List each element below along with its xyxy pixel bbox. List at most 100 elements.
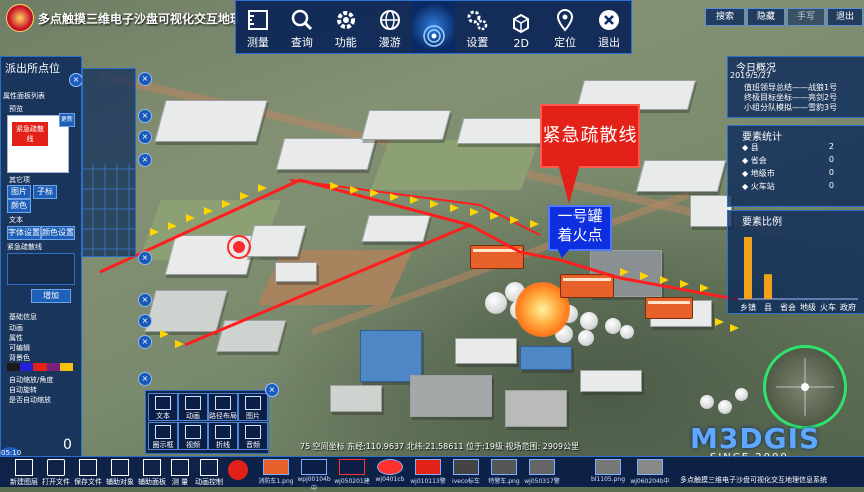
- preview-section: 预览: [9, 105, 23, 113]
- stat-row-value: 0: [828, 168, 834, 177]
- asset-thumb[interactable]: wj0401cb: [372, 459, 408, 483]
- asset-thumb[interactable]: wj050201建: [334, 459, 370, 485]
- audio-tool-button[interactable]: 音频: [238, 422, 268, 450]
- save-file-button[interactable]: 保存文件: [74, 459, 102, 487]
- auto-rotate-checkbox[interactable]: 自动旋转: [9, 385, 37, 395]
- animation-section[interactable]: 动画: [9, 323, 23, 333]
- panel-tab[interactable]: 属性面板列表: [3, 91, 45, 101]
- status-bar: 75 空间坐标 东经:110.9637 北纬:21.58611 位于:19级 视…: [300, 442, 580, 451]
- ratio-tick-label: 县: [764, 303, 772, 312]
- stat-row-label: ◆ 县: [742, 143, 759, 152]
- side-close-button[interactable]: ×: [138, 72, 152, 86]
- font-settings-button[interactable]: 字体设置: [7, 226, 41, 240]
- asset-thumb[interactable]: wj050317警: [524, 459, 560, 485]
- roam-button[interactable]: 漫游: [368, 1, 412, 53]
- side-close-button[interactable]: ×: [138, 293, 152, 307]
- mini-map[interactable]: [763, 345, 847, 429]
- side-close-button[interactable]: ×: [138, 153, 152, 167]
- text-section: 文本: [9, 216, 23, 224]
- evacuation-callout[interactable]: 紧急疏散线: [540, 104, 640, 168]
- settings-button[interactable]: 设置: [455, 1, 499, 53]
- auto-scale-checkbox[interactable]: 是否自动缩放: [9, 395, 51, 405]
- asset-thumb[interactable]: 特警车.png: [486, 459, 522, 485]
- bottom-badge: [228, 460, 248, 480]
- target-marker-icon[interactable]: [226, 234, 252, 260]
- measure-button[interactable]: 测量: [236, 1, 280, 53]
- ruler-icon: [247, 10, 268, 30]
- color-swatches[interactable]: [7, 363, 74, 371]
- asset-thumb[interactable]: iveco标车: [448, 459, 484, 485]
- video-tool-button[interactable]: 视频: [178, 422, 208, 450]
- helper-panel-button[interactable]: 辅助面板: [138, 459, 166, 487]
- color-settings-button[interactable]: 颜色设置: [41, 226, 75, 240]
- function-button[interactable]: 功能: [324, 1, 368, 53]
- 2d-toggle-button[interactable]: 2D: [499, 1, 543, 53]
- asset-thumb[interactable]: 消防车1.png: [258, 459, 294, 485]
- panel-close-button[interactable]: ×: [69, 73, 83, 87]
- text-area[interactable]: [7, 253, 75, 285]
- side-close-button[interactable]: ×: [138, 130, 152, 144]
- side-close-button[interactable]: ×: [138, 314, 152, 328]
- overview-row: 小组分队模拟——雪豹3号: [744, 103, 838, 112]
- query-button[interactable]: 查询: [280, 1, 324, 53]
- counter-value: 0: [63, 437, 72, 453]
- asset-thumb[interactable]: wj060204b中: [630, 459, 670, 485]
- main-toolbar: 测量 查询 功能 漫游 设置 2D 定位 退出: [235, 0, 632, 54]
- auto-scale-label: 自动缩放/角度: [9, 376, 54, 384]
- new-layer-button[interactable]: 新建图层: [10, 459, 38, 487]
- draw-tools-close-button[interactable]: ×: [265, 383, 279, 397]
- ratio-tick-label: 乡镇: [740, 302, 756, 312]
- animation-icon: [200, 459, 218, 476]
- sub-label-button[interactable]: 子标: [33, 185, 57, 199]
- app-logo: [6, 4, 34, 32]
- hide-button[interactable]: 隐藏: [747, 8, 785, 26]
- open-file-button[interactable]: 打开文件: [42, 459, 70, 487]
- image-button[interactable]: 图片: [7, 185, 31, 199]
- ratio-bar-chart: 乡镇县省会 地级 火车 政府: [738, 237, 858, 312]
- exit-button[interactable]: 退出: [587, 1, 631, 53]
- helper-object-button[interactable]: 辅助对象: [106, 459, 134, 487]
- polyline-tool-button[interactable]: 折线: [208, 422, 238, 450]
- text-value[interactable]: 紧急疏散线: [7, 242, 42, 252]
- top-right-controls: 搜索 隐藏 手写 退出: [705, 8, 863, 26]
- cube-icon: [513, 13, 530, 34]
- color-button[interactable]: 颜色: [7, 199, 31, 213]
- image-tool-button[interactable]: 图片: [238, 393, 268, 421]
- radar-icon: [422, 25, 445, 47]
- handwrite-button[interactable]: 手写: [787, 8, 825, 26]
- stat-row-label: ◆ 地级市: [742, 169, 775, 178]
- basic-info-section[interactable]: 基础信息: [9, 312, 37, 322]
- preview-label: 紧急疏散线: [12, 122, 48, 146]
- add-button[interactable]: 增加: [31, 289, 71, 303]
- update-button[interactable]: 更新: [59, 113, 75, 127]
- side-close-button[interactable]: ×: [138, 109, 152, 123]
- side-close-button[interactable]: ×: [138, 251, 152, 265]
- editable-checkbox[interactable]: 可编辑: [9, 343, 30, 353]
- globe-icon: [379, 10, 400, 30]
- attribute-section[interactable]: 属性: [9, 333, 23, 343]
- animation-control-button[interactable]: 动画控制: [194, 459, 224, 487]
- asset-thumb[interactable]: bl1105.png: [590, 459, 626, 483]
- callout-tail: [556, 246, 572, 258]
- compass-icon: [776, 358, 834, 416]
- asset-thumb[interactable]: wj010113警: [410, 459, 446, 485]
- asset-thumb[interactable]: wpj00104b中: [296, 459, 332, 492]
- measure-bottom-button[interactable]: 测 量: [168, 459, 192, 487]
- ratio-tick-label: 火车: [820, 302, 836, 312]
- path-layout-tool-button[interactable]: 路径布局: [208, 393, 238, 421]
- search-icon: [291, 9, 312, 31]
- panel-icon: [143, 459, 161, 476]
- radar-button[interactable]: [411, 1, 456, 53]
- app-title: 多点触摸三维电子沙盘可视化交互地理: [38, 12, 238, 26]
- text-tool-button[interactable]: 文本: [148, 393, 178, 421]
- locate-button[interactable]: 定位: [543, 1, 587, 53]
- save-icon: [79, 459, 97, 476]
- exit-small-button[interactable]: 退出: [827, 8, 863, 26]
- side-close-button[interactable]: ×: [138, 372, 152, 386]
- search-toggle-button[interactable]: 搜索: [705, 8, 745, 26]
- side-close-button[interactable]: ×: [138, 335, 152, 349]
- animation-tool-button[interactable]: 动画: [178, 393, 208, 421]
- ratio-tick-label: 地级: [800, 302, 816, 312]
- frame-tool-button[interactable]: 圈示框: [148, 422, 178, 450]
- fire-point-callout[interactable]: 一号罐 着火点: [548, 205, 612, 251]
